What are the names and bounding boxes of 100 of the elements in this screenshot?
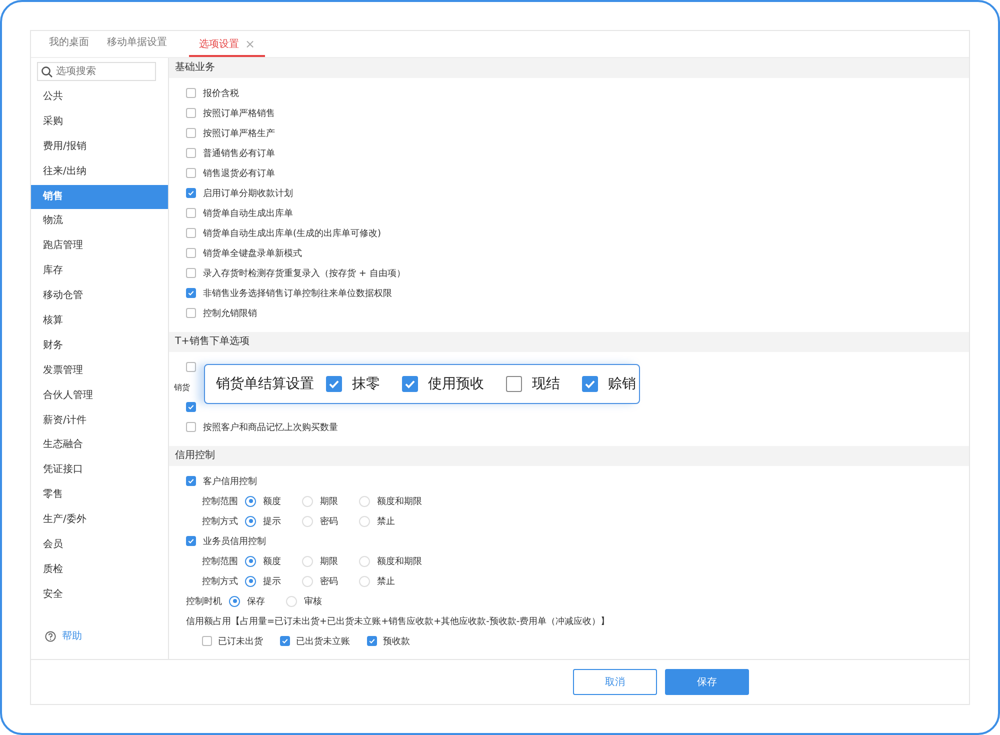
checkbox[interactable] bbox=[202, 636, 212, 646]
search-input[interactable]: 选项搜索 bbox=[56, 66, 146, 77]
option-label: 保存 bbox=[247, 596, 265, 608]
radio-button[interactable] bbox=[245, 496, 256, 506]
sidebar-item[interactable]: 采购 bbox=[31, 110, 168, 135]
sidebar-item[interactable]: 移动仓管 bbox=[31, 284, 168, 310]
option-label: 已订未出货 bbox=[218, 636, 263, 648]
sidebar-item[interactable]: 生态融合 bbox=[31, 433, 168, 458]
option-label: 销货单全键盘录单新模式 bbox=[203, 248, 302, 260]
sidebar-item[interactable]: 财务 bbox=[31, 334, 168, 359]
sidebar-item[interactable]: 库存 bbox=[31, 259, 168, 284]
checkbox[interactable] bbox=[186, 148, 196, 158]
option-label: 销售退货必有订单 bbox=[203, 168, 275, 180]
sidebar-item[interactable]: 薪资/计件 bbox=[31, 408, 168, 434]
sidebar-item[interactable]: 质检 bbox=[31, 558, 168, 583]
option-label: 额度 bbox=[263, 496, 281, 508]
option-label: 使用预收 bbox=[428, 375, 484, 393]
option-label: 抹零 bbox=[352, 375, 380, 393]
option-label: 提示 bbox=[263, 516, 281, 528]
sidebar-item[interactable]: 公共 bbox=[31, 85, 168, 110]
radio-button[interactable] bbox=[229, 596, 240, 606]
sidebar-item[interactable]: 会员 bbox=[31, 533, 168, 558]
checkbox[interactable] bbox=[186, 362, 196, 372]
checkbox[interactable] bbox=[326, 376, 342, 392]
radio-button[interactable] bbox=[245, 556, 256, 566]
option-label: 提示 bbox=[263, 576, 281, 588]
checkbox[interactable] bbox=[582, 376, 598, 392]
sidebar-item[interactable]: 安全 bbox=[31, 582, 168, 608]
tab[interactable]: 我的桌面 bbox=[41, 35, 97, 57]
help-icon bbox=[45, 630, 56, 642]
field-label: 控制范围 bbox=[202, 496, 238, 508]
checkbox[interactable] bbox=[186, 476, 196, 486]
sidebar-item[interactable]: 往来/出纳 bbox=[31, 160, 168, 185]
option-label: 禁止 bbox=[377, 576, 395, 588]
option-label: 录入存货时检测存货重复录入（按存货 + 自由项） bbox=[203, 268, 406, 280]
sidebar-item[interactable]: 费用/报销 bbox=[31, 134, 168, 160]
field-label: 控制时机 bbox=[186, 596, 222, 608]
option-label: 密码 bbox=[320, 576, 338, 588]
sidebar-item[interactable]: 核算 bbox=[31, 309, 168, 334]
checkbox[interactable] bbox=[402, 376, 418, 392]
section-header: 信用控制 bbox=[169, 446, 969, 466]
option-label: 启用订单分期收款计划 bbox=[203, 188, 293, 200]
sidebar-item[interactable]: 凭证接口 bbox=[31, 458, 168, 484]
option-label: 禁止 bbox=[377, 516, 395, 528]
sidebar-item[interactable]: 物流 bbox=[31, 209, 168, 234]
option-label: 按照订单严格生产 bbox=[203, 128, 275, 140]
checkbox[interactable] bbox=[186, 402, 196, 412]
checkbox[interactable] bbox=[186, 422, 196, 432]
option-label: 业务员信用控制 bbox=[203, 536, 266, 548]
text-label: 销货 bbox=[174, 382, 190, 392]
popup-title: 销货单结算设置 bbox=[216, 375, 314, 393]
option-label: 非销售业务选择销售订单控制往来单位数据权限 bbox=[203, 288, 392, 300]
option-label: 销货单自动生成出库单 bbox=[203, 208, 293, 220]
checkbox[interactable] bbox=[186, 248, 196, 258]
option-label: 额度和期限 bbox=[377, 556, 422, 568]
checkbox[interactable] bbox=[280, 636, 290, 646]
cancel-button[interactable]: 取消 bbox=[573, 669, 657, 695]
checkbox[interactable] bbox=[186, 188, 196, 198]
option-label: 期限 bbox=[320, 496, 338, 508]
sidebar-item[interactable]: 发票管理 bbox=[31, 358, 168, 384]
option-label: 按照客户和商品记忆上次购买数量 bbox=[203, 422, 338, 434]
option-label: 密码 bbox=[320, 516, 338, 528]
option-label: 额度和期限 bbox=[377, 496, 422, 508]
option-label: 预收款 bbox=[383, 636, 410, 648]
radio-button[interactable] bbox=[245, 516, 256, 526]
radio-button[interactable] bbox=[245, 576, 256, 586]
section-header: 基础业务 bbox=[169, 58, 969, 78]
search-field[interactable]: 选项搜索 bbox=[37, 62, 156, 81]
section-header: T+销售下单选项 bbox=[169, 332, 969, 352]
checkbox[interactable] bbox=[186, 308, 196, 318]
option-label: 赊销 bbox=[608, 375, 636, 393]
field-label: 控制方式 bbox=[202, 576, 238, 588]
text-label: 信用额占用【占用量=已订未出货+已出货未立账+销售应收款+其他应收款-预收款-费用单（冲减应收）】 bbox=[186, 616, 610, 628]
option-label: 审核 bbox=[304, 596, 322, 608]
sidebar-item[interactable]: 合伙人管理 bbox=[31, 384, 168, 409]
option-label: 客户信用控制 bbox=[203, 476, 257, 488]
option-label: 额度 bbox=[263, 556, 281, 568]
checkbox[interactable] bbox=[367, 636, 377, 646]
checkbox[interactable] bbox=[186, 108, 196, 118]
checkbox[interactable] bbox=[186, 228, 196, 238]
option-label: 销货单自动生成出库单(生成的出库单可修改) bbox=[203, 228, 382, 240]
tab[interactable]: 移动单据设置 bbox=[99, 35, 175, 57]
checkbox[interactable] bbox=[186, 536, 196, 546]
sidebar-item[interactable]: 生产/委外 bbox=[31, 508, 168, 534]
sidebar-item[interactable]: 跑店管理 bbox=[31, 234, 168, 260]
option-label: 按照订单严格销售 bbox=[203, 108, 275, 120]
checkbox[interactable] bbox=[506, 376, 522, 392]
field-label: 控制方式 bbox=[202, 516, 238, 528]
checkbox[interactable] bbox=[186, 208, 196, 218]
option-label: 控制允销限销 bbox=[203, 308, 257, 320]
option-label: 期限 bbox=[320, 556, 338, 568]
checkbox[interactable] bbox=[186, 268, 196, 278]
field-label: 控制范围 bbox=[202, 556, 238, 568]
checkbox[interactable] bbox=[186, 88, 196, 98]
checkbox[interactable] bbox=[186, 168, 196, 178]
checkbox[interactable] bbox=[186, 288, 196, 298]
option-label: 普通销售必有订单 bbox=[203, 147, 275, 160]
sidebar-item[interactable]: 零售 bbox=[31, 483, 168, 508]
checkbox[interactable] bbox=[186, 128, 196, 138]
option-label: 报价含税 bbox=[203, 88, 239, 100]
